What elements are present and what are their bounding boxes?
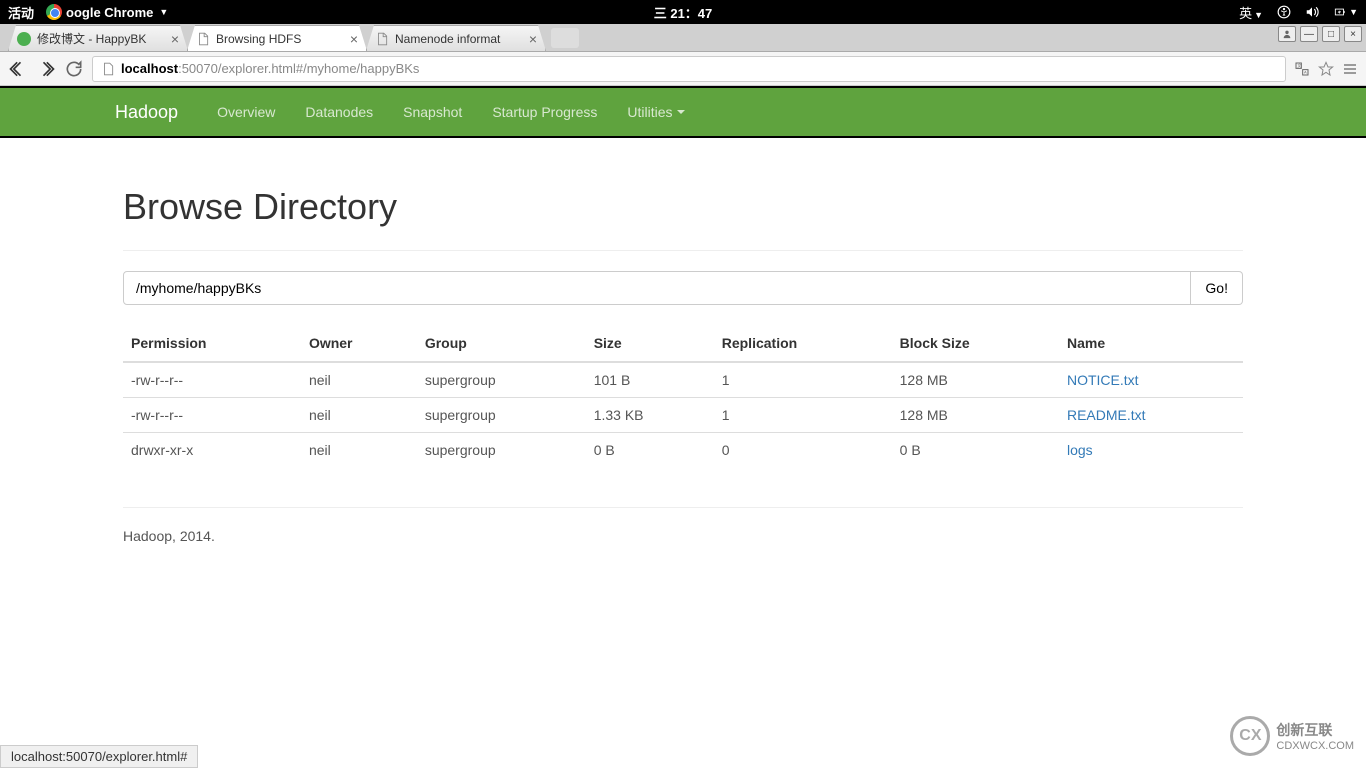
close-icon[interactable]: × [529, 31, 537, 47]
bookmark-icon[interactable] [1318, 61, 1334, 77]
cell-replication: 1 [714, 398, 892, 433]
nav-snapshot[interactable]: Snapshot [388, 88, 477, 136]
address-bar: localhost:50070/explorer.html#/myhome/ha… [0, 52, 1366, 86]
document-icon [196, 32, 210, 46]
document-icon [375, 32, 389, 46]
url-host: localhost [121, 61, 178, 76]
tab-2[interactable]: Namenode informat × [366, 25, 546, 51]
nav-utilities[interactable]: Utilities [612, 88, 699, 136]
chrome-icon [46, 4, 62, 20]
col-replication: Replication [714, 325, 892, 362]
menu-icon[interactable] [1342, 61, 1358, 77]
cell-owner: neil [301, 362, 417, 398]
activity-menu[interactable]: 活动 [8, 3, 34, 22]
go-button[interactable]: Go! [1191, 271, 1243, 305]
cell-replication: 1 [714, 362, 892, 398]
col-block-size: Block Size [892, 325, 1059, 362]
cell-group: supergroup [417, 362, 586, 398]
system-clock[interactable]: 三 21：47 [654, 3, 713, 22]
reload-button[interactable] [64, 59, 84, 79]
url-input[interactable]: localhost:50070/explorer.html#/myhome/ha… [92, 56, 1286, 82]
status-bar: localhost:50070/explorer.html# [0, 745, 198, 768]
col-name: Name [1059, 325, 1243, 362]
watermark: CX 创新互联 CDXWCX.COM [1230, 716, 1354, 756]
cell-owner: neil [301, 433, 417, 468]
cell-size: 0 B [586, 433, 714, 468]
footer-text: Hadoop, 2014. [123, 528, 1243, 544]
cell-size: 101 B [586, 362, 714, 398]
cell-permission: -rw-r--r-- [123, 398, 301, 433]
file-link[interactable]: logs [1067, 442, 1093, 458]
svg-text:A: A [1304, 69, 1307, 74]
system-bar: 活动 oogle Chrome ▼ 三 21：47 英▼ ▼ [0, 0, 1366, 24]
nav-startup-progress[interactable]: Startup Progress [477, 88, 612, 136]
col-owner: Owner [301, 325, 417, 362]
tab-1[interactable]: Browsing HDFS × [187, 25, 367, 51]
cell-group: supergroup [417, 398, 586, 433]
volume-icon[interactable] [1305, 5, 1319, 19]
favicon-icon [17, 32, 31, 46]
path-input-group: Go! [123, 271, 1243, 305]
col-group: Group [417, 325, 586, 362]
chevron-down-icon: ▼ [159, 7, 168, 17]
cell-permission: drwxr-xr-x [123, 433, 301, 468]
minimize-button[interactable]: — [1300, 26, 1318, 42]
app-menu[interactable]: oogle Chrome ▼ [46, 4, 168, 20]
document-icon [101, 62, 115, 76]
divider [123, 250, 1243, 251]
directory-table: Permission Owner Group Size Replication … [123, 325, 1243, 467]
cell-block-size: 0 B [892, 433, 1059, 468]
close-icon[interactable]: × [350, 31, 358, 47]
cell-replication: 0 [714, 433, 892, 468]
back-button[interactable] [8, 59, 28, 79]
user-icon[interactable] [1278, 26, 1296, 42]
nav-overview[interactable]: Overview [202, 88, 290, 136]
url-path: :50070/explorer.html#/myhome/happyBKs [178, 61, 419, 76]
cell-owner: neil [301, 398, 417, 433]
table-row: -rw-r--r-- neil supergroup 1.33 KB 1 128… [123, 398, 1243, 433]
accessibility-icon[interactable] [1277, 5, 1291, 19]
cell-group: supergroup [417, 433, 586, 468]
cell-name: logs [1059, 433, 1243, 468]
nav-datanodes[interactable]: Datanodes [290, 88, 388, 136]
table-row: -rw-r--r-- neil supergroup 101 B 1 128 M… [123, 362, 1243, 398]
maximize-button[interactable]: □ [1322, 26, 1340, 42]
browser-tab-strip: 修改博文 - HappyBK × Browsing HDFS × Namenod… [0, 24, 1366, 52]
chevron-down-icon [677, 110, 685, 114]
cell-block-size: 128 MB [892, 398, 1059, 433]
main-container: Browse Directory Go! Permission Owner Gr… [108, 186, 1258, 544]
divider [123, 507, 1243, 508]
battery-indicator[interactable]: ▼ [1333, 5, 1358, 19]
close-icon[interactable]: × [171, 31, 179, 47]
cell-size: 1.33 KB [586, 398, 714, 433]
path-input[interactable] [123, 271, 1191, 305]
table-row: drwxr-xr-x neil supergroup 0 B 0 0 B log… [123, 433, 1243, 468]
cell-block-size: 128 MB [892, 362, 1059, 398]
file-link[interactable]: NOTICE.txt [1067, 372, 1139, 388]
close-button[interactable]: × [1344, 26, 1362, 42]
file-link[interactable]: README.txt [1067, 407, 1146, 423]
cell-permission: -rw-r--r-- [123, 362, 301, 398]
svg-text:文: 文 [1297, 62, 1301, 68]
tab-0[interactable]: 修改博文 - HappyBK × [8, 25, 188, 51]
brand[interactable]: Hadoop [115, 102, 178, 123]
col-permission: Permission [123, 325, 301, 362]
hadoop-navbar: Hadoop Overview Datanodes Snapshot Start… [0, 86, 1366, 138]
cell-name: NOTICE.txt [1059, 362, 1243, 398]
watermark-logo: CX [1230, 716, 1270, 756]
cell-name: README.txt [1059, 398, 1243, 433]
page-title: Browse Directory [123, 186, 1243, 228]
translate-icon[interactable]: 文A [1294, 61, 1310, 77]
new-tab-button[interactable] [551, 28, 579, 48]
forward-button[interactable] [36, 59, 56, 79]
input-language[interactable]: 英▼ [1239, 3, 1263, 22]
col-size: Size [586, 325, 714, 362]
